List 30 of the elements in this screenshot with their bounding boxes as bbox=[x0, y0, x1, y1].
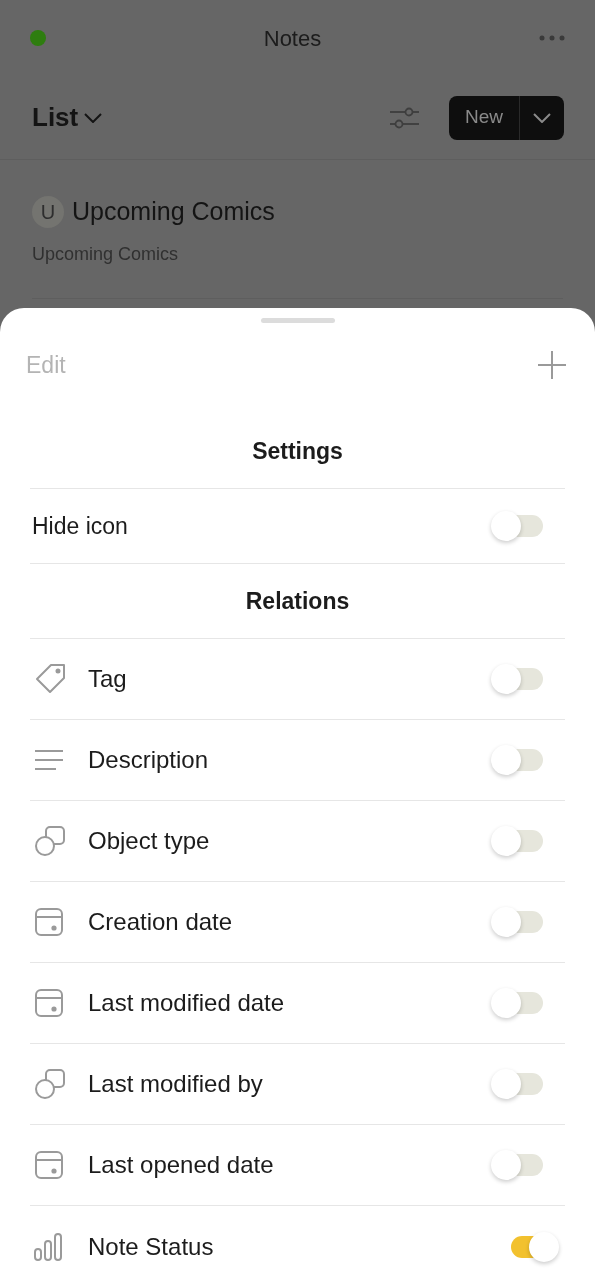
setting-label: Hide icon bbox=[32, 511, 128, 541]
section-heading: Relations bbox=[245, 586, 350, 616]
caret-icon bbox=[533, 112, 551, 123]
chevron-down-icon bbox=[84, 112, 103, 123]
calendar-icon bbox=[34, 988, 64, 1018]
shapes-icon bbox=[34, 825, 66, 857]
shapes-icon bbox=[34, 1068, 66, 1100]
relation-label: Note Status bbox=[88, 1231, 214, 1262]
relation-label: Object type bbox=[88, 826, 210, 856]
calendar-icon bbox=[34, 907, 64, 937]
relation-label: Last modified date bbox=[88, 988, 285, 1018]
bar-chart-icon bbox=[34, 1232, 64, 1261]
drag-handle[interactable] bbox=[260, 318, 335, 323]
relation-label: Tag bbox=[88, 664, 127, 694]
page-title: Notes bbox=[263, 24, 322, 53]
relation-label: Last opened date bbox=[88, 1150, 274, 1180]
relation-label: Creation date bbox=[88, 907, 233, 937]
tag-icon bbox=[34, 662, 68, 696]
view-dropdown[interactable]: List bbox=[32, 98, 103, 137]
object-title[interactable]: Upcoming Comics bbox=[72, 193, 275, 231]
filter-sliders-icon[interactable] bbox=[389, 106, 419, 129]
section-heading: Settings bbox=[252, 437, 343, 467]
add-icon[interactable] bbox=[538, 351, 566, 379]
edit-button[interactable]: Edit bbox=[26, 347, 66, 383]
more-icon[interactable] bbox=[539, 35, 565, 41]
calendar-icon bbox=[34, 1150, 64, 1180]
relation-label: Description bbox=[88, 745, 209, 775]
object-avatar: U bbox=[32, 195, 64, 228]
text-lines-icon bbox=[34, 749, 64, 771]
relation-label: Last modified by bbox=[88, 1069, 263, 1099]
